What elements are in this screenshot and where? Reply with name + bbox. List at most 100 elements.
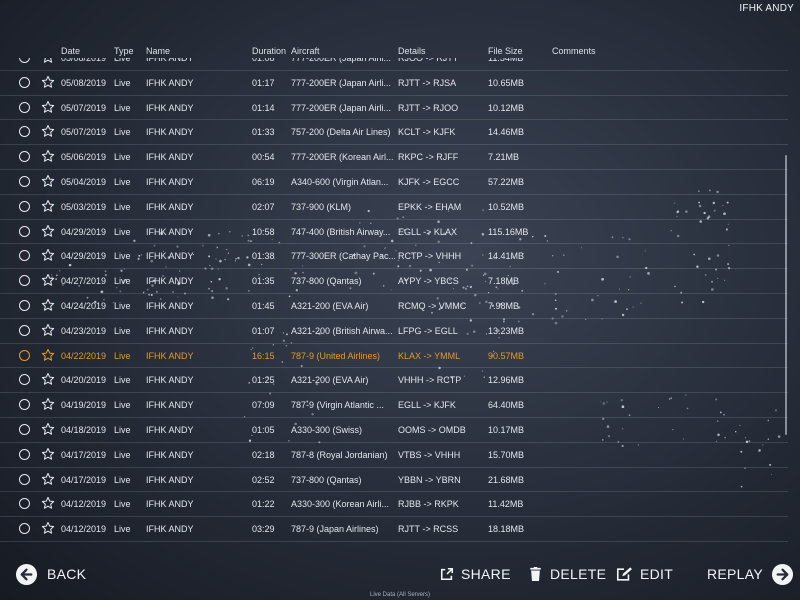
cell-details: RJBB -> RKPK bbox=[398, 499, 459, 510]
table-row[interactable]: 05/08/2019 Live IFHK ANDY 01:08 777-200ER (J… bbox=[0, 58, 788, 71]
table-row[interactable]: 04/12/2019 Live IFHK ANDY 03:29 787-9 (Japan… bbox=[0, 517, 788, 542]
star-icon[interactable] bbox=[41, 422, 55, 436]
cell-date: 04/18/2019 bbox=[61, 424, 107, 435]
radio-icon[interactable] bbox=[19, 175, 30, 187]
radio-icon[interactable] bbox=[19, 76, 30, 88]
star-icon[interactable] bbox=[41, 149, 55, 163]
table-row[interactable]: 04/11/2019LiveIFHK ANDY02:31787-9 (EVA A… bbox=[0, 542, 788, 544]
scrollbar[interactable] bbox=[785, 155, 787, 435]
radio-icon[interactable] bbox=[19, 498, 30, 510]
table-row[interactable]: 05/04/2019 Live IFHK ANDY 06:19 A340-600 (Vi… bbox=[0, 170, 788, 195]
star-icon[interactable] bbox=[41, 472, 55, 486]
table-row[interactable]: 05/07/2019 Live IFHK ANDY 01:33 757-200 (Del… bbox=[0, 120, 788, 146]
table-row[interactable]: 04/17/2019 Live IFHK ANDY 02:18 787-8 (Royal… bbox=[0, 443, 788, 468]
radio-icon[interactable] bbox=[19, 58, 30, 63]
radio-icon[interactable] bbox=[19, 523, 30, 535]
star-icon[interactable] bbox=[41, 58, 55, 64]
star-icon[interactable] bbox=[41, 174, 55, 188]
radio-icon[interactable] bbox=[19, 374, 30, 386]
star-icon[interactable] bbox=[41, 273, 55, 287]
cell-duration: 06:19 bbox=[252, 176, 275, 187]
table-row[interactable]: 04/18/2019 Live IFHK ANDY 01:05 A330-300 (Sw… bbox=[0, 418, 788, 443]
table-row[interactable]: 04/24/2019 Live IFHK ANDY 01:45 A321-200 (EV… bbox=[0, 294, 788, 319]
radio-icon[interactable] bbox=[19, 448, 30, 460]
radio-icon[interactable] bbox=[19, 399, 30, 411]
radio-icon[interactable] bbox=[19, 151, 30, 163]
cell-date: 05/07/2019 bbox=[61, 102, 107, 113]
cell-name: IFHK ANDY bbox=[146, 276, 194, 287]
table-row[interactable]: 04/29/2019 Live IFHK ANDY 10:58 747-400 (Bri… bbox=[0, 220, 788, 245]
radio-icon[interactable] bbox=[19, 200, 30, 212]
cell-name: IFHK ANDY bbox=[146, 499, 194, 510]
column-header-aircraft[interactable]: Aircraft bbox=[291, 46, 320, 56]
table-row[interactable]: 04/27/2019 Live IFHK ANDY 01:35 737-800 (Qan… bbox=[0, 269, 788, 294]
table-row[interactable]: 05/07/2019 Live IFHK ANDY 01:14 777-200ER (J… bbox=[0, 96, 788, 121]
table-row[interactable]: 04/23/2019 Live IFHK ANDY 01:07 A321-200 (Br… bbox=[0, 319, 788, 344]
cell-details: RJTT -> RJSA bbox=[398, 77, 457, 88]
star-icon[interactable] bbox=[41, 199, 55, 213]
table-row[interactable]: 04/20/2019 Live IFHK ANDY 01:25 A321-200 (EV… bbox=[0, 368, 788, 394]
cell-date: 04/29/2019 bbox=[61, 251, 107, 262]
star-icon[interactable] bbox=[41, 348, 55, 362]
column-header-row: Date Type Name Duration Aircraft Details… bbox=[0, 46, 800, 58]
star-icon[interactable] bbox=[41, 100, 55, 114]
table-row[interactable]: 04/29/2019 Live IFHK ANDY 01:38 777-300ER (C… bbox=[0, 244, 788, 270]
cell-details: RKPC -> RJFF bbox=[398, 152, 459, 163]
cell-aircraft: 777-300ER (Cathay Pac... bbox=[291, 251, 395, 262]
column-header-comments[interactable]: Comments bbox=[552, 46, 596, 56]
cell-aircraft: A330-300 (Swiss) bbox=[291, 424, 363, 435]
column-header-date[interactable]: Date bbox=[61, 46, 80, 56]
star-icon[interactable] bbox=[41, 298, 55, 312]
star-icon[interactable] bbox=[41, 248, 55, 262]
star-icon[interactable] bbox=[41, 447, 55, 461]
radio-icon[interactable] bbox=[19, 250, 30, 262]
radio-icon[interactable] bbox=[19, 473, 30, 485]
table-row[interactable]: 04/12/2019 Live IFHK ANDY 01:22 A330-300 (Ko… bbox=[0, 492, 788, 518]
column-header-details[interactable]: Details bbox=[398, 46, 426, 56]
back-button[interactable]: BACK bbox=[15, 556, 86, 592]
delete-button[interactable]: DELETE bbox=[529, 556, 606, 592]
table-row[interactable]: 04/19/2019 Live IFHK ANDY 07:09 787-9 (Virgi… bbox=[0, 393, 788, 418]
radio-icon[interactable] bbox=[19, 349, 30, 361]
table-row[interactable]: 05/06/2019 Live IFHK ANDY 00:54 777-200ER (K… bbox=[0, 145, 788, 170]
radio-icon[interactable] bbox=[19, 225, 30, 237]
star-icon[interactable] bbox=[41, 224, 55, 238]
radio-icon[interactable] bbox=[19, 324, 30, 336]
radio-icon[interactable] bbox=[19, 299, 30, 311]
table-row[interactable]: 05/08/2019 Live IFHK ANDY 01:17 777-200ER (J… bbox=[0, 71, 788, 96]
cell-date: 04/17/2019 bbox=[61, 474, 107, 485]
table-row[interactable]: 05/03/2019 Live IFHK ANDY 02:07 737-900 (KLM… bbox=[0, 195, 788, 220]
column-header-duration[interactable]: Duration bbox=[252, 46, 286, 56]
radio-icon[interactable] bbox=[19, 101, 30, 113]
cell-details: EPKK -> EHAM bbox=[398, 201, 462, 212]
cell-date: 05/07/2019 bbox=[61, 127, 107, 138]
column-header-type[interactable]: Type bbox=[114, 46, 134, 56]
cell-aircraft: A321-200 (EVA Air) bbox=[291, 300, 369, 311]
star-icon[interactable] bbox=[41, 397, 55, 411]
star-icon[interactable] bbox=[41, 521, 55, 535]
edit-button[interactable]: EDIT bbox=[616, 556, 673, 592]
cell-name: IFHK ANDY bbox=[146, 77, 194, 88]
radio-icon[interactable] bbox=[19, 275, 30, 287]
cell-name: IFHK ANDY bbox=[146, 524, 194, 535]
table-row[interactable]: 04/22/2019 Live IFHK ANDY 16:15 787-9 (Unite… bbox=[0, 344, 788, 369]
replay-button[interactable]: REPLAY bbox=[707, 556, 794, 592]
star-icon[interactable] bbox=[41, 496, 55, 510]
cell-duration: 01:25 bbox=[252, 375, 275, 386]
replay-list[interactable]: 05/08/2019 Live IFHK ANDY 01:08 777-200ER (J… bbox=[0, 58, 788, 544]
radio-icon[interactable] bbox=[19, 423, 30, 435]
column-header-name[interactable]: Name bbox=[146, 46, 170, 56]
star-icon[interactable] bbox=[41, 372, 55, 386]
column-header-file-size[interactable]: File Size bbox=[488, 46, 523, 56]
cell-date: 05/08/2019 bbox=[61, 77, 107, 88]
cell-type: Live bbox=[114, 226, 131, 237]
back-label: BACK bbox=[47, 566, 87, 582]
star-icon[interactable] bbox=[41, 75, 55, 89]
star-icon[interactable] bbox=[41, 323, 55, 337]
table-row[interactable]: 04/17/2019 Live IFHK ANDY 02:52 737-800 (Qan… bbox=[0, 468, 788, 493]
radio-icon[interactable] bbox=[19, 126, 30, 138]
cell-duration: 01:07 bbox=[252, 325, 275, 336]
cell-size: 7.98MB bbox=[488, 300, 520, 311]
star-icon[interactable] bbox=[41, 124, 55, 138]
share-button[interactable]: SHARE bbox=[440, 556, 511, 592]
